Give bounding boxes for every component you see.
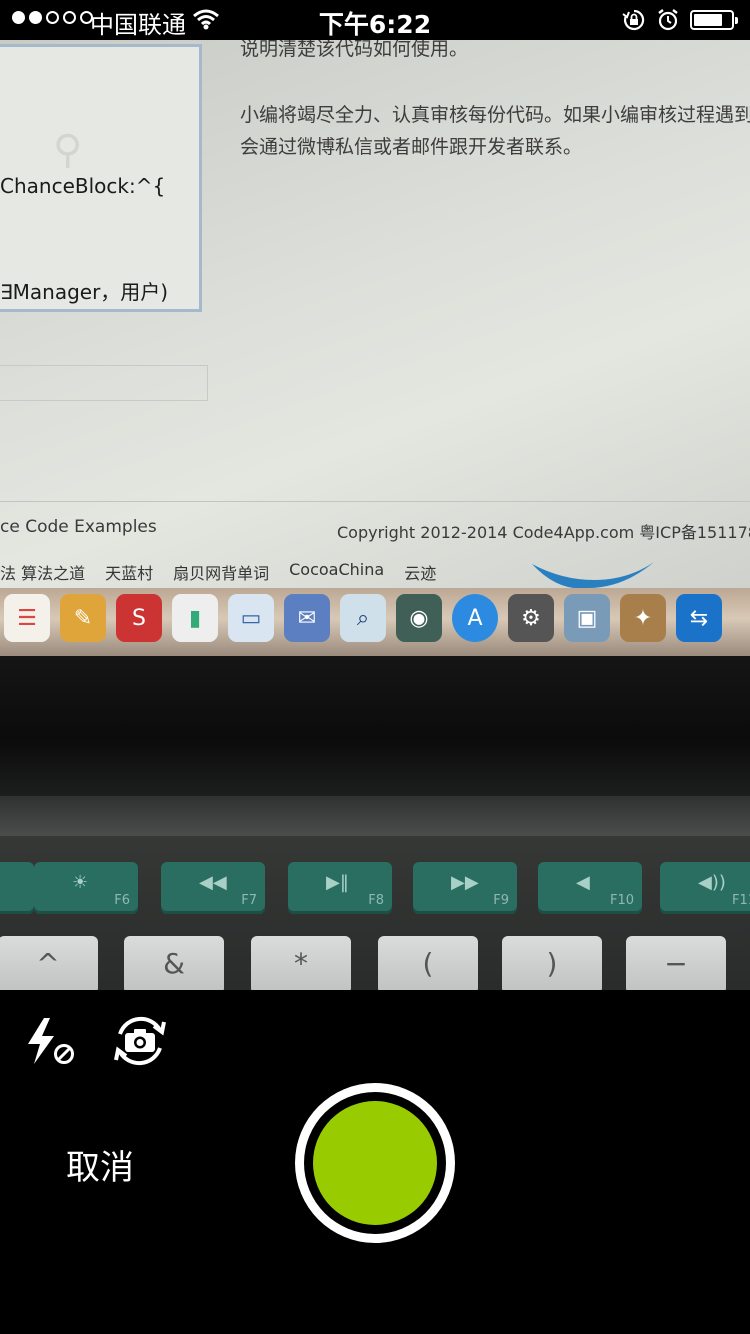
fn-key: ◀))F11 — [660, 862, 750, 914]
fn-key: ▶‖ F8 — [288, 862, 392, 914]
pages-icon: ✎ — [60, 594, 106, 642]
footer-left-text: ce Code Examples — [0, 517, 157, 537]
footer-copyright: Copyright 2012-2014 Code4App.com 粤ICP备15… — [337, 523, 750, 542]
fn-key — [0, 862, 34, 914]
key: ) — [502, 936, 602, 990]
number-key-row: ^ & * ( ) − — [0, 936, 750, 990]
rotation-lock-icon — [622, 9, 645, 31]
fn-key: ▶▶ F9 — [413, 862, 517, 914]
footer-links: 法 算法之道 天蓝村 扇贝网背单词 CocoaChina 云迹 — [0, 560, 436, 584]
footer-divider — [0, 501, 750, 502]
footer-link: 云迹 — [404, 564, 437, 583]
photographed-screen: ⚲ ChanceBlock:^{ ∃Manager，用户) 说明清楚该代码如何使… — [0, 40, 750, 589]
app-store-icon: A — [452, 594, 498, 642]
footer-link: 法 算法之道 — [0, 564, 86, 583]
status-bar: 中国联通 下午6:22 — [0, 0, 750, 40]
footer-link: CocoaChina — [289, 560, 385, 579]
laptop-hinge — [0, 796, 750, 836]
mac-dock: ☰ ✎ S ▮ ▭ ✉ ⌕ ◉ A ⚙ ▣ ✦ ⇆ — [0, 588, 750, 656]
paragraph-text: 会通过微博私信或者邮件跟开发者联系。 — [240, 136, 583, 158]
paragraph-text: 小编将竭尽全力、认真审核每份代码。如果小编审核过程遇到 — [240, 104, 750, 126]
system-preferences-icon: ⚙ — [508, 594, 554, 642]
alarm-icon — [658, 9, 678, 31]
key: ^ — [0, 936, 98, 990]
wallpaper-bird-icon — [532, 562, 654, 589]
cancel-button[interactable]: 取消 — [66, 1140, 134, 1189]
numbers-icon: ▮ — [172, 594, 218, 642]
shutter-core — [313, 1101, 437, 1225]
photo-stamp-icon: ✦ — [620, 594, 666, 642]
preview-icon: ⌕ — [340, 594, 386, 642]
key: * — [251, 936, 351, 990]
keynote-icon: ▭ — [228, 594, 274, 642]
shutter-button[interactable] — [295, 1083, 455, 1243]
footer-link: 扇贝网背单词 — [173, 564, 270, 583]
reminders-icon: ☰ — [4, 594, 50, 642]
fn-key: ◀◀ F7 — [161, 862, 265, 914]
key: − — [626, 936, 726, 990]
fn-key: ☀ F6 — [34, 862, 138, 914]
fn-key: ◀ F10 — [538, 862, 642, 914]
code-line: ChanceBlock:^{ — [0, 174, 166, 198]
mail-icon: ✉ — [284, 594, 330, 642]
key: ( — [378, 936, 478, 990]
laptop-bezel — [0, 656, 750, 796]
flash-off-icon[interactable] — [24, 1016, 78, 1068]
activity-monitor-icon: ◉ — [396, 594, 442, 642]
flip-camera-icon[interactable] — [108, 1012, 172, 1070]
battery-icon — [690, 10, 738, 30]
search-field — [0, 365, 208, 401]
teamviewer-icon: ⇆ — [676, 594, 722, 642]
paragraph-text: 说明清楚该代码如何使用。 — [240, 40, 469, 60]
function-key-row: ☀F6 ◀◀F7 ▶‖F8 ▶▶F9 ◀F10 ◀))F11 — [0, 862, 750, 918]
footer-link: 天蓝村 — [105, 564, 154, 583]
code-line: ∃Manager，用户) — [0, 280, 169, 304]
iphoto-icon: ▣ — [564, 594, 610, 642]
camera-preview[interactable]: ⚲ ChanceBlock:^{ ∃Manager，用户) 说明清楚该代码如何使… — [0, 40, 750, 990]
sublime-icon: S — [116, 594, 162, 642]
key: & — [124, 936, 224, 990]
